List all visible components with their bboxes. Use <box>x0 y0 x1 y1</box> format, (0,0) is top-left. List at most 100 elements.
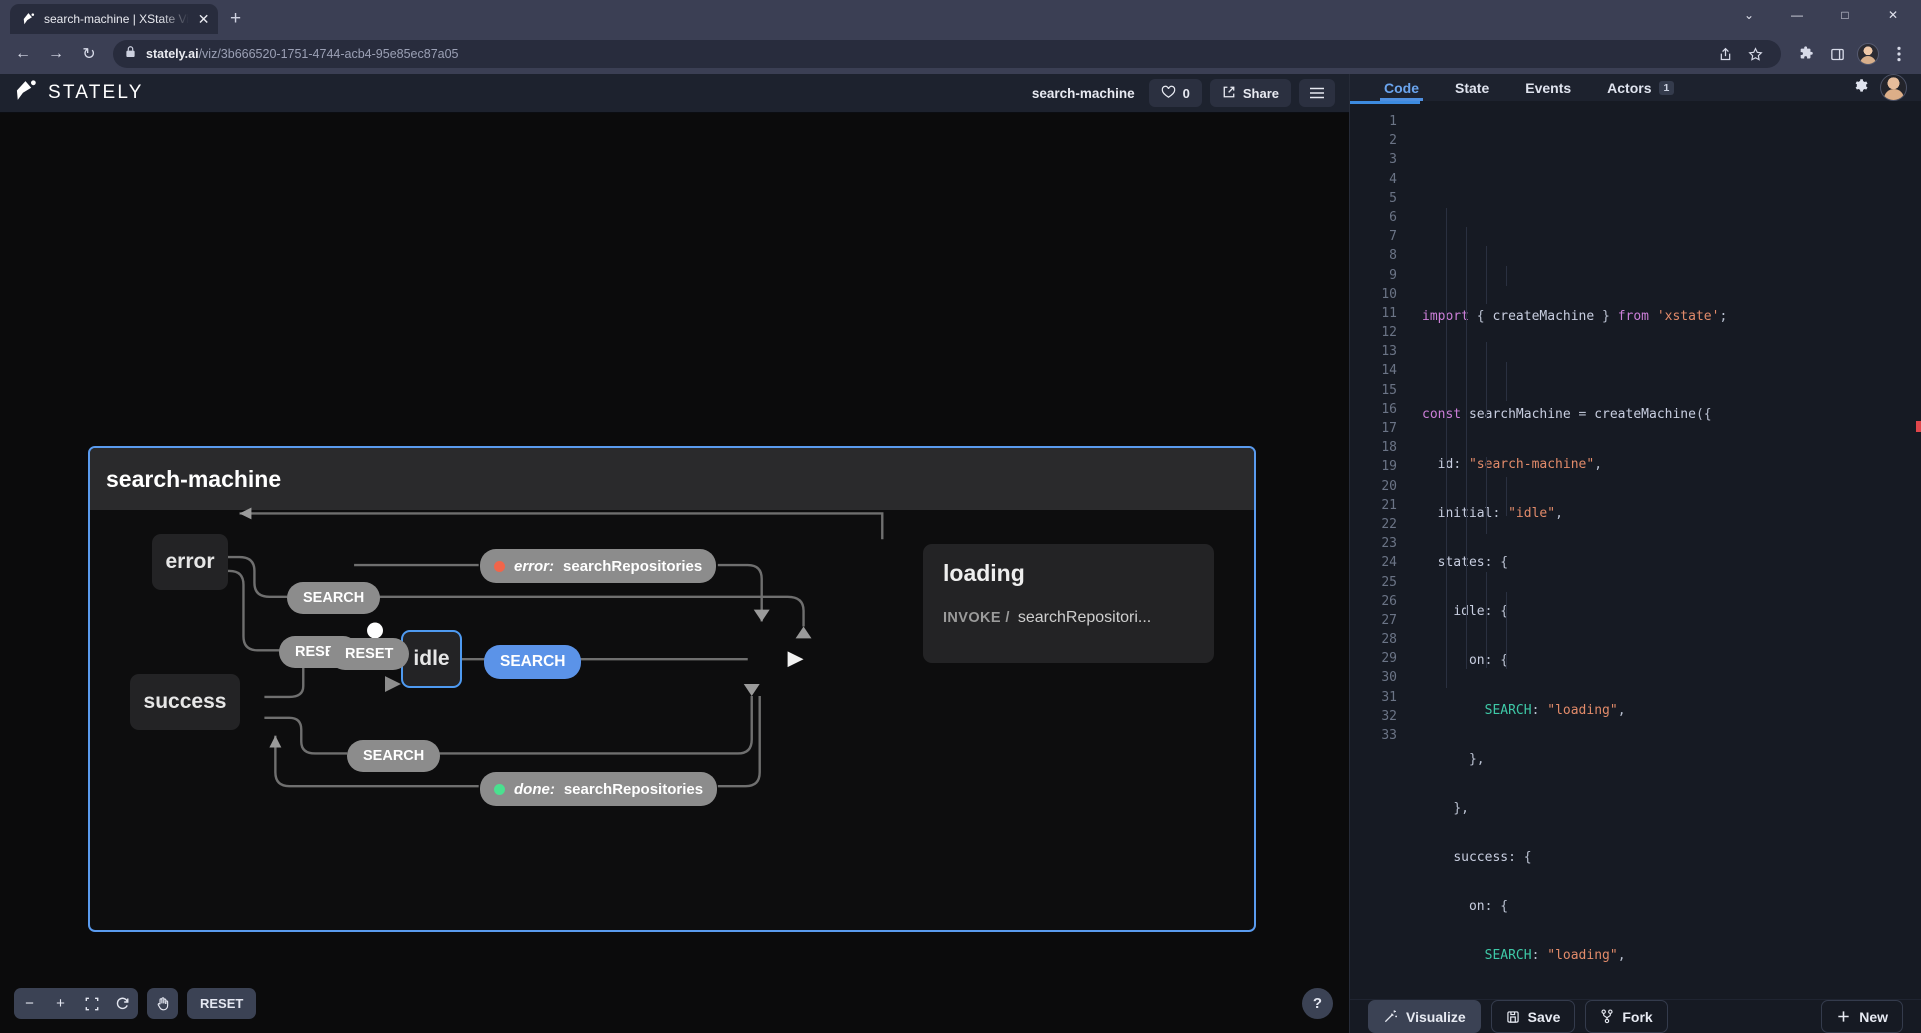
tab-label: Events <box>1525 79 1572 96</box>
code-line: RESET: "idle", <box>1422 996 1921 999</box>
panel-tabs: Code State Events Actors 1 <box>1350 74 1921 101</box>
fork-button[interactable]: Fork <box>1585 1000 1668 1033</box>
app-header: STATELY search-machine 0 Share <box>0 74 1349 113</box>
state-node-error[interactable]: error <box>152 534 228 590</box>
diagram-canvas[interactable]: search-machine error success idle loadin… <box>0 113 1349 1033</box>
hamburger-menu-icon[interactable] <box>1299 79 1335 107</box>
line-number: 33 <box>1381 728 1397 743</box>
new-tab-button[interactable]: + <box>230 9 241 34</box>
help-button[interactable]: ? <box>1302 988 1333 1019</box>
back-arrow-icon[interactable]: ← <box>8 39 38 69</box>
line-number: 28 <box>1381 632 1397 648</box>
forward-arrow-icon[interactable]: → <box>41 39 71 69</box>
plus-icon <box>1836 1009 1851 1024</box>
tab-actors[interactable]: Actors 1 <box>1589 74 1692 101</box>
event-pill-success-reset[interactable]: RESET <box>329 638 410 670</box>
reset-zoom-button[interactable] <box>107 988 138 1019</box>
hand-pan-icon[interactable] <box>147 988 178 1019</box>
state-node-success[interactable]: success <box>130 674 240 730</box>
line-number: 9 <box>1389 267 1397 283</box>
visualize-label: Visualize <box>1406 1008 1466 1025</box>
error-status-dot <box>494 560 505 572</box>
event-label: SEARCH <box>303 590 365 606</box>
line-number: 30 <box>1381 670 1397 686</box>
line-number: 20 <box>1381 478 1397 494</box>
line-number: 4 <box>1389 171 1397 187</box>
machine-container[interactable]: search-machine error success idle loadin… <box>88 446 1256 932</box>
reset-button[interactable]: RESET <box>187 988 257 1019</box>
line-number: 31 <box>1381 689 1397 705</box>
invoke-done-keyword: done: <box>514 780 555 798</box>
tab-label: Code <box>1384 79 1419 96</box>
profile-avatar[interactable] <box>1854 40 1882 68</box>
code-line: success: { <box>1453 850 1532 866</box>
line-number: 24 <box>1381 555 1397 571</box>
tab-state[interactable]: State <box>1437 74 1507 101</box>
lock-icon <box>125 45 136 63</box>
line-number: 22 <box>1381 516 1397 532</box>
invoke-value: searchRepositori... <box>1017 609 1152 626</box>
event-pill-invoke-done[interactable]: done: searchRepositories <box>480 772 718 806</box>
invoke-error-keyword: error: <box>514 557 555 575</box>
user-avatar[interactable] <box>1880 74 1907 101</box>
save-disk-icon <box>1506 1010 1520 1024</box>
event-pill-error-search[interactable]: SEARCH <box>287 582 381 614</box>
share-button[interactable]: Share <box>1209 79 1291 107</box>
line-number: 3 <box>1389 152 1397 168</box>
browser-toolbar: ← → ↻ stately.ai/viz/3b666520-1751-4744-… <box>0 34 1921 74</box>
line-number: 18 <box>1381 440 1397 456</box>
share-icon[interactable] <box>1711 40 1739 68</box>
zoom-in-button[interactable]: + <box>45 988 76 1019</box>
window-controls: ⌄ — □ ✕ <box>1727 0 1915 30</box>
tab-strip: search-machine | XState Visualize ✕ + ⌄ … <box>0 0 1921 34</box>
fit-to-screen-button[interactable] <box>76 988 107 1019</box>
visualize-button[interactable]: Visualize <box>1368 1000 1481 1033</box>
zoom-out-button[interactable]: − <box>14 988 45 1019</box>
state-node-loading[interactable]: loading INVOKE / searchRepositori... <box>923 544 1214 663</box>
like-button[interactable]: 0 <box>1148 79 1202 107</box>
code-line: const searchMachine = createMachine({ <box>1422 407 1712 423</box>
line-number: 14 <box>1381 363 1397 379</box>
new-button[interactable]: New <box>1821 1000 1903 1033</box>
event-pill-idle-search[interactable]: SEARCH <box>484 645 582 679</box>
address-bar[interactable]: stately.ai/viz/3b666520-1751-4744-acb4-9… <box>113 40 1781 68</box>
more-menu-icon[interactable] <box>1885 40 1913 68</box>
line-number: 25 <box>1381 574 1397 590</box>
tab-code[interactable]: Code <box>1366 74 1437 101</box>
editor-progress-indicator <box>1350 101 1921 104</box>
close-window-button[interactable]: ✕ <box>1871 0 1915 30</box>
tab-events[interactable]: Events <box>1507 74 1589 101</box>
editor-actions-bar: Visualize Save Fork New <box>1350 999 1921 1033</box>
gear-icon[interactable] <box>1851 77 1868 99</box>
minimize-button[interactable]: — <box>1775 0 1819 30</box>
state-label: loading <box>943 560 1025 586</box>
page-title: search-machine <box>106 465 282 492</box>
line-number: 16 <box>1381 401 1397 417</box>
event-label: RESET <box>345 646 394 662</box>
chevron-down-icon[interactable]: ⌄ <box>1727 0 1771 30</box>
fork-label: Fork <box>1622 1008 1653 1025</box>
heart-icon <box>1161 85 1176 102</box>
extensions-puzzle-icon[interactable] <box>1792 40 1820 68</box>
code-editor[interactable]: 1 2 3 4 5 6 7 8 9 10 11 12 13 14 15 16 1 <box>1350 101 1921 999</box>
event-pill-invoke-error[interactable]: error: searchRepositories <box>480 549 717 583</box>
reload-icon[interactable]: ↻ <box>74 39 104 69</box>
code-line: import { createMachine } from 'xstate'; <box>1422 309 1728 324</box>
event-pill-success-search[interactable]: SEARCH <box>347 740 441 772</box>
app-root: STATELY search-machine 0 Share search-ma… <box>0 74 1921 1033</box>
code-line: SEARCH: "loading", <box>1484 948 1626 964</box>
maximize-button[interactable]: □ <box>1823 0 1867 30</box>
new-label: New <box>1859 1008 1888 1025</box>
code-line: id: "search-machine", <box>1438 456 1603 472</box>
browser-tab[interactable]: search-machine | XState Visualize ✕ <box>10 4 218 34</box>
code-content[interactable]: import { createMachine } from 'xstate'; … <box>1408 112 1921 999</box>
state-label: idle <box>413 647 450 670</box>
save-button[interactable]: Save <box>1490 1000 1576 1033</box>
state-node-idle[interactable]: idle <box>401 630 462 688</box>
star-icon[interactable] <box>1741 40 1769 68</box>
line-number: 5 <box>1389 190 1397 206</box>
close-icon[interactable]: ✕ <box>197 12 210 26</box>
side-panel-icon[interactable] <box>1823 40 1851 68</box>
pan-tool-group <box>147 988 178 1019</box>
brand[interactable]: STATELY <box>14 78 144 108</box>
